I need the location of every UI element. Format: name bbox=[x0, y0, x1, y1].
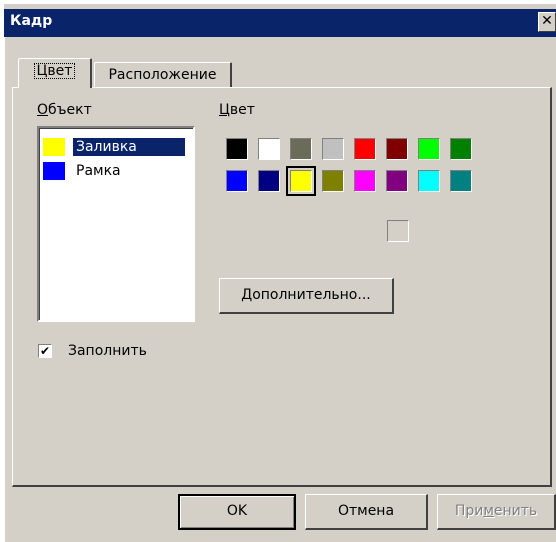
color-swatch-2[interactable] bbox=[258, 138, 280, 160]
color-swatch-10[interactable] bbox=[258, 170, 280, 192]
color-swatch-3[interactable] bbox=[290, 138, 312, 160]
tab-color-label: Цвет bbox=[33, 63, 76, 79]
tab-position[interactable]: Расположение bbox=[94, 62, 232, 88]
close-icon: ✕ bbox=[541, 13, 553, 29]
fill-checkbox[interactable]: ✔ bbox=[38, 344, 52, 358]
color-swatch-13[interactable] bbox=[354, 170, 376, 192]
color-swatch-4[interactable] bbox=[322, 138, 344, 160]
object-listbox[interactable]: Заливка Рамка bbox=[37, 126, 195, 322]
cancel-button[interactable]: Отмена bbox=[305, 494, 428, 530]
color-swatch-5[interactable] bbox=[354, 138, 376, 160]
list-item-fill[interactable]: Заливка bbox=[41, 136, 191, 158]
color-swatch-12[interactable] bbox=[322, 170, 344, 192]
color-swatch-11[interactable] bbox=[286, 166, 316, 196]
tab-color[interactable]: Цвет bbox=[18, 58, 92, 88]
object-label: Объект bbox=[37, 102, 92, 118]
border-swatch bbox=[43, 162, 65, 180]
title-bar[interactable]: Кадр ✕ bbox=[4, 9, 556, 37]
ok-button[interactable]: OK bbox=[178, 494, 296, 530]
fill-swatch bbox=[43, 138, 65, 156]
color-swatch-1[interactable] bbox=[226, 138, 248, 160]
color-label: Цвет bbox=[219, 102, 255, 118]
apply-button[interactable]: Применить bbox=[437, 494, 556, 530]
fill-checkbox-label[interactable]: Заполнить bbox=[68, 343, 147, 359]
color-swatch-9[interactable] bbox=[226, 170, 248, 192]
list-item-fill-label: Заливка bbox=[73, 138, 185, 156]
list-item-border-label: Рамка bbox=[76, 163, 121, 179]
list-item-border[interactable]: Рамка bbox=[41, 160, 191, 182]
color-swatch-16[interactable] bbox=[450, 170, 472, 192]
color-swatch-15[interactable] bbox=[418, 170, 440, 192]
color-swatch-6[interactable] bbox=[386, 138, 408, 160]
color-swatch-8[interactable] bbox=[450, 138, 472, 160]
dialog-title: Кадр bbox=[10, 13, 53, 29]
color-swatch-14[interactable] bbox=[386, 170, 408, 192]
dialog-left-edge bbox=[4, 37, 5, 542]
checkmark-icon: ✔ bbox=[39, 344, 51, 358]
more-colors-button[interactable]: Дополнительно... bbox=[219, 278, 394, 314]
color-swatch-7[interactable] bbox=[418, 138, 440, 160]
tab-position-label: Расположение bbox=[108, 67, 217, 83]
custom-color-swatch[interactable] bbox=[387, 220, 409, 242]
close-button[interactable]: ✕ bbox=[538, 12, 556, 32]
